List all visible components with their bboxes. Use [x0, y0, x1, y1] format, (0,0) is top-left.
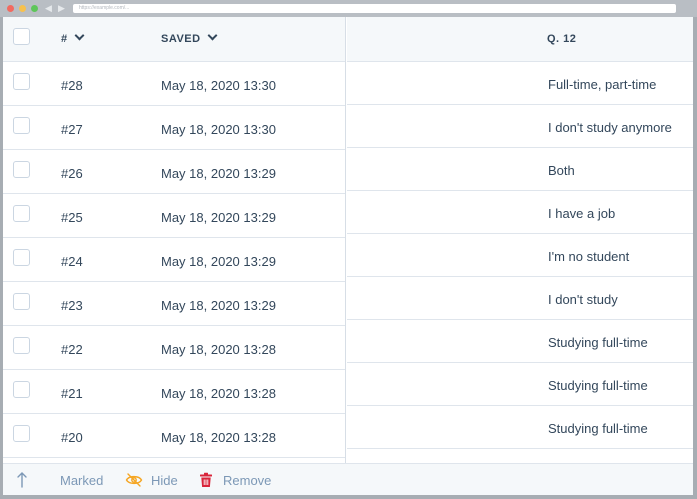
answer-row[interactable]: I don't study anymore [347, 105, 693, 148]
row-number: #28 [61, 78, 83, 93]
forward-arrow-icon[interactable]: ▶ [58, 3, 65, 13]
answer-text: I'm no student [548, 249, 630, 264]
answer-text: Full-time, part-time [548, 77, 657, 92]
row-saved-date: May 18, 2020 13:29 [161, 210, 276, 225]
table-right-pane: Q. 12 Full-time, part-time I don't study… [347, 17, 693, 463]
minimize-window-icon[interactable] [19, 5, 26, 12]
column-header-q12[interactable]: Q. 12 [547, 32, 576, 46]
maximize-window-icon[interactable] [31, 5, 38, 12]
table-header: # SAVED [3, 17, 345, 62]
bulk-action-bar: Marked Hide Remove [3, 463, 693, 495]
row-checkbox[interactable] [13, 337, 30, 354]
row-checkbox[interactable] [13, 205, 30, 222]
marked-label: Marked [60, 472, 104, 488]
answer-text: I don't study [548, 292, 618, 307]
row-checkbox[interactable] [13, 249, 30, 266]
close-window-icon[interactable] [7, 5, 14, 12]
chevron-down-icon [207, 30, 218, 41]
row-checkbox[interactable] [13, 73, 30, 90]
table-row[interactable]: #21 May 18, 2020 13:28 [3, 370, 345, 414]
row-number: #21 [61, 386, 83, 401]
table-row[interactable]: #22 May 18, 2020 13:28 [3, 326, 345, 370]
table-row[interactable]: #23 May 18, 2020 13:29 [3, 282, 345, 326]
hide-button[interactable]: Hide [125, 464, 178, 495]
answer-row[interactable]: I have a job [347, 191, 693, 234]
row-saved-date: May 18, 2020 13:28 [161, 430, 276, 445]
row-saved-date: May 18, 2020 13:29 [161, 166, 276, 181]
table-row[interactable]: #25 May 18, 2020 13:29 [3, 194, 345, 238]
table-header-right: Q. 12 [347, 17, 693, 62]
hide-label: Hide [151, 472, 178, 488]
row-number: #20 [61, 430, 83, 445]
remove-button[interactable]: Remove [199, 464, 271, 495]
row-saved-date: May 18, 2020 13:28 [161, 386, 276, 401]
answer-text: Studying full-time [548, 378, 648, 393]
row-checkbox[interactable] [13, 425, 30, 442]
answer-row[interactable]: Full-time, part-time [347, 62, 693, 105]
row-saved-date: May 18, 2020 13:29 [161, 254, 276, 269]
arrow-up-icon [17, 472, 27, 488]
row-checkbox[interactable] [13, 293, 30, 310]
row-number: #25 [61, 210, 83, 225]
row-number: #27 [61, 122, 83, 137]
answer-row[interactable]: I'm no student [347, 234, 693, 277]
answer-row[interactable]: I don't study [347, 277, 693, 320]
answer-text: Studying full-time [548, 421, 648, 436]
answer-row[interactable]: Studying full-time [347, 406, 693, 449]
answer-row[interactable]: Studying full-time [347, 363, 693, 406]
row-saved-date: May 18, 2020 13:29 [161, 298, 276, 313]
answer-text: I don't study anymore [548, 120, 672, 135]
row-number: #22 [61, 342, 83, 357]
answer-text: Studying full-time [548, 335, 648, 350]
row-saved-date: May 18, 2020 13:28 [161, 342, 276, 357]
table-row[interactable]: #26 May 18, 2020 13:29 [3, 150, 345, 194]
marked-button[interactable]: Marked [15, 464, 103, 495]
trash-icon [200, 472, 212, 487]
browser-chrome: ◀ ▶ https://example.com/... [0, 0, 697, 17]
row-saved-date: May 18, 2020 13:30 [161, 122, 276, 137]
row-checkbox[interactable] [13, 161, 30, 178]
column-header-number-label: # [61, 33, 68, 45]
column-header-saved-label: SAVED [161, 33, 201, 45]
table-row[interactable]: #20 May 18, 2020 13:28 [3, 414, 345, 458]
eye-off-icon [125, 473, 143, 487]
answer-row[interactable]: Studying full-time [347, 320, 693, 363]
remove-label: Remove [223, 472, 272, 488]
row-number: #24 [61, 254, 83, 269]
row-number: #26 [61, 166, 83, 181]
table-left-pane: # SAVED #28 May 18, 2020 13:30 #27 May 1… [3, 17, 346, 463]
address-bar[interactable]: https://example.com/... [73, 4, 676, 13]
row-number: #23 [61, 298, 83, 313]
column-header-saved[interactable]: SAVED [161, 30, 218, 46]
answer-text: I have a job [548, 206, 616, 221]
select-all-checkbox[interactable] [13, 28, 30, 45]
row-checkbox[interactable] [13, 117, 30, 134]
table-row[interactable]: #24 May 18, 2020 13:29 [3, 238, 345, 282]
row-saved-date: May 18, 2020 13:30 [161, 78, 276, 93]
column-header-number[interactable]: # [61, 30, 85, 46]
table-row[interactable]: #27 May 18, 2020 13:30 [3, 106, 345, 150]
table-row[interactable]: #28 May 18, 2020 13:30 [3, 62, 345, 106]
back-arrow-icon[interactable]: ◀ [45, 3, 52, 13]
chevron-down-icon [74, 30, 85, 41]
responses-table-frame: # SAVED #28 May 18, 2020 13:30 #27 May 1… [3, 17, 693, 495]
row-checkbox[interactable] [13, 381, 30, 398]
answer-row[interactable]: Both [347, 148, 693, 191]
answer-text: Both [548, 163, 575, 178]
